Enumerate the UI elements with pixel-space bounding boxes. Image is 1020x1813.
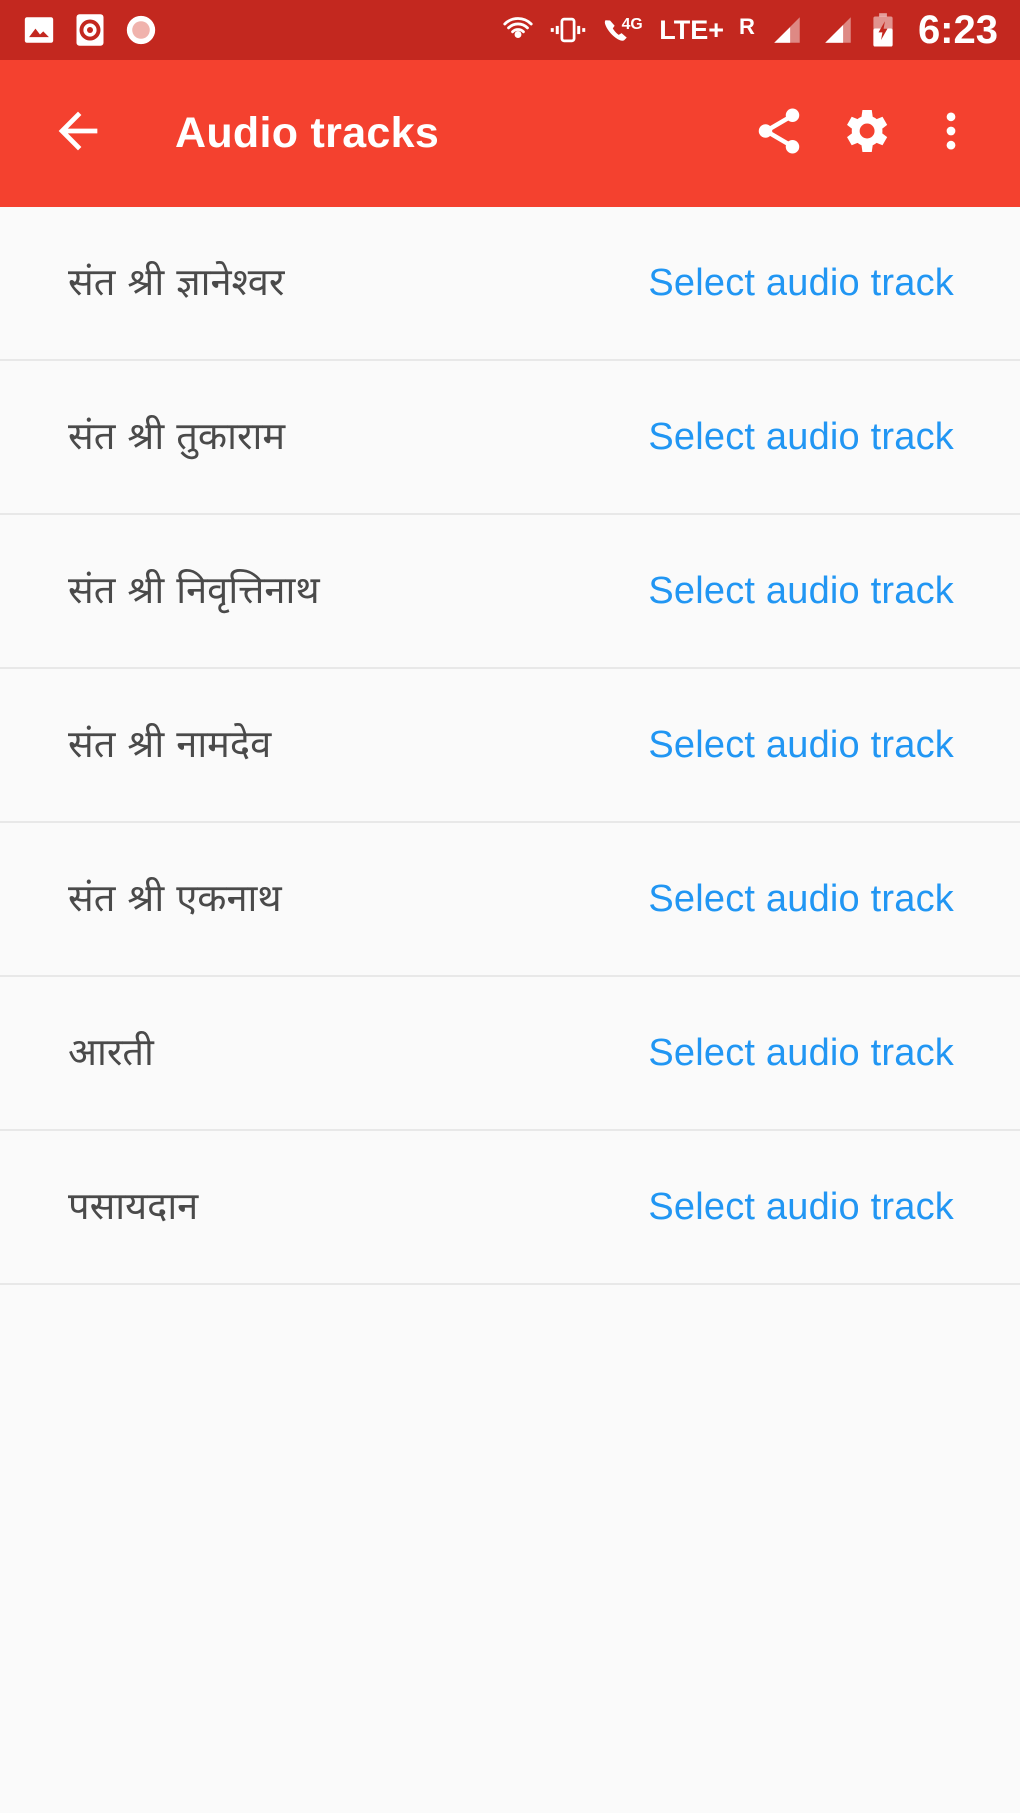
select-audio-track-link[interactable]: Select audio track — [648, 724, 954, 767]
select-audio-track-link[interactable]: Select audio track — [648, 570, 954, 613]
gear-icon — [837, 103, 893, 164]
status-bar-clock: 6:23 — [917, 8, 998, 52]
table-row[interactable]: संत श्री ज्ञानेश्वर Select audio track — [0, 207, 1020, 361]
select-audio-track-link[interactable]: Select audio track — [648, 1186, 954, 1229]
screen-recorder-icon — [72, 12, 108, 48]
track-title: संत श्री ज्ञानेश्वर — [68, 260, 285, 305]
arrow-back-icon — [49, 102, 107, 165]
more-vert-icon — [926, 106, 976, 161]
track-title: संत श्री नामदेव — [68, 722, 272, 767]
call-4g-icon: 4G — [600, 12, 646, 48]
track-title: संत श्री तुकाराम — [68, 414, 286, 459]
page-title: Audio tracks — [175, 109, 440, 157]
app-bar: Audio tracks — [0, 60, 1020, 207]
signal-bar-icon-2 — [819, 13, 857, 47]
share-icon — [752, 104, 806, 163]
select-audio-track-link[interactable]: Select audio track — [648, 878, 954, 921]
status-bar-right-icons: 4G LTE+ R 6:23 — [500, 10, 998, 50]
select-audio-track-link[interactable]: Select audio track — [648, 1032, 954, 1075]
overflow-menu-button[interactable] — [908, 91, 994, 177]
image-icon — [22, 13, 56, 47]
battery-charging-icon — [870, 12, 896, 48]
table-row[interactable]: आरती Select audio track — [0, 977, 1020, 1131]
audio-track-list: संत श्री ज्ञानेश्वर Select audio track स… — [0, 207, 1020, 1813]
back-button[interactable] — [46, 102, 110, 166]
track-title: पसायदान — [68, 1184, 199, 1229]
hotspot-icon — [500, 12, 536, 48]
table-row[interactable]: संत श्री नामदेव Select audio track — [0, 669, 1020, 823]
table-row[interactable]: पसायदान Select audio track — [0, 1131, 1020, 1285]
status-bar-left-icons — [22, 12, 158, 48]
select-audio-track-link[interactable]: Select audio track — [648, 262, 954, 305]
app-bar-actions — [736, 91, 994, 177]
phone-screen: 4G LTE+ R 6:23 Audio tracks संत श्री ज्ञ… — [0, 0, 1020, 1813]
table-row[interactable]: संत श्री एकनाथ Select audio track — [0, 823, 1020, 977]
svg-text:4G: 4G — [622, 16, 643, 33]
network-type-label: LTE+ — [659, 14, 725, 45]
table-row[interactable]: संत श्री निवृत्तिनाथ Select audio track — [0, 515, 1020, 669]
table-row[interactable]: संत श्री तुकाराम Select audio track — [0, 361, 1020, 515]
share-button[interactable] — [736, 91, 822, 177]
record-dot-icon — [124, 13, 158, 47]
select-audio-track-link[interactable]: Select audio track — [648, 416, 954, 459]
list-empty-area — [0, 1285, 1020, 1813]
track-title: आरती — [68, 1030, 154, 1075]
track-title: संत श्री एकनाथ — [68, 876, 282, 921]
roaming-label: R — [739, 14, 755, 39]
status-bar: 4G LTE+ R 6:23 — [0, 0, 1020, 60]
track-title: संत श्री निवृत्तिनाथ — [68, 568, 320, 613]
vibrate-icon — [549, 13, 587, 47]
settings-button[interactable] — [822, 91, 908, 177]
signal-bar-icon-1 — [768, 13, 806, 47]
